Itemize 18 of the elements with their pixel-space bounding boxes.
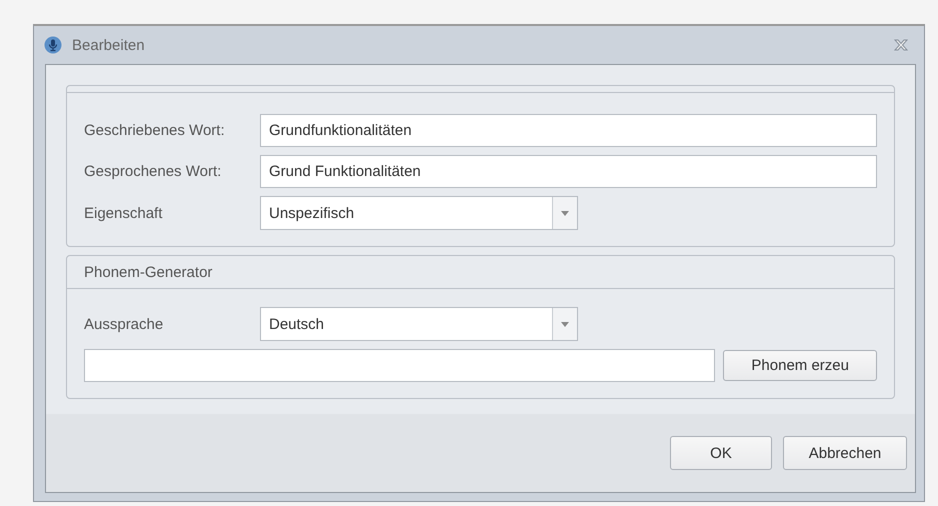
close-icon[interactable] xyxy=(894,39,908,51)
text-field[interactable]: Grund Funktionalitäten xyxy=(260,155,877,188)
text-field[interactable] xyxy=(84,349,716,382)
field-label: Aussprache xyxy=(84,316,164,332)
group-title: Phonem-Generator xyxy=(84,264,212,280)
text-field[interactable]: Grundfunktionalitäten xyxy=(260,114,877,147)
window-title: Bearbeiten xyxy=(72,36,146,54)
field-label: Gesprochenes Wort: xyxy=(84,163,222,180)
dropdown[interactable]: Unspezifisch xyxy=(260,196,578,230)
generate-phoneme-button[interactable]: Phonem erzeu xyxy=(723,350,877,381)
dropdown[interactable]: Deutsch xyxy=(260,307,578,341)
caret-icon xyxy=(561,210,569,216)
field-label: Eigenschaft xyxy=(84,204,164,222)
field-label: Geschriebenes Wort: xyxy=(84,122,226,139)
microphone-icon xyxy=(44,36,62,54)
caret-icon xyxy=(561,322,569,326)
cancel-button[interactable]: Abbrechen xyxy=(783,436,907,470)
ok-button[interactable]: OK xyxy=(670,436,772,470)
